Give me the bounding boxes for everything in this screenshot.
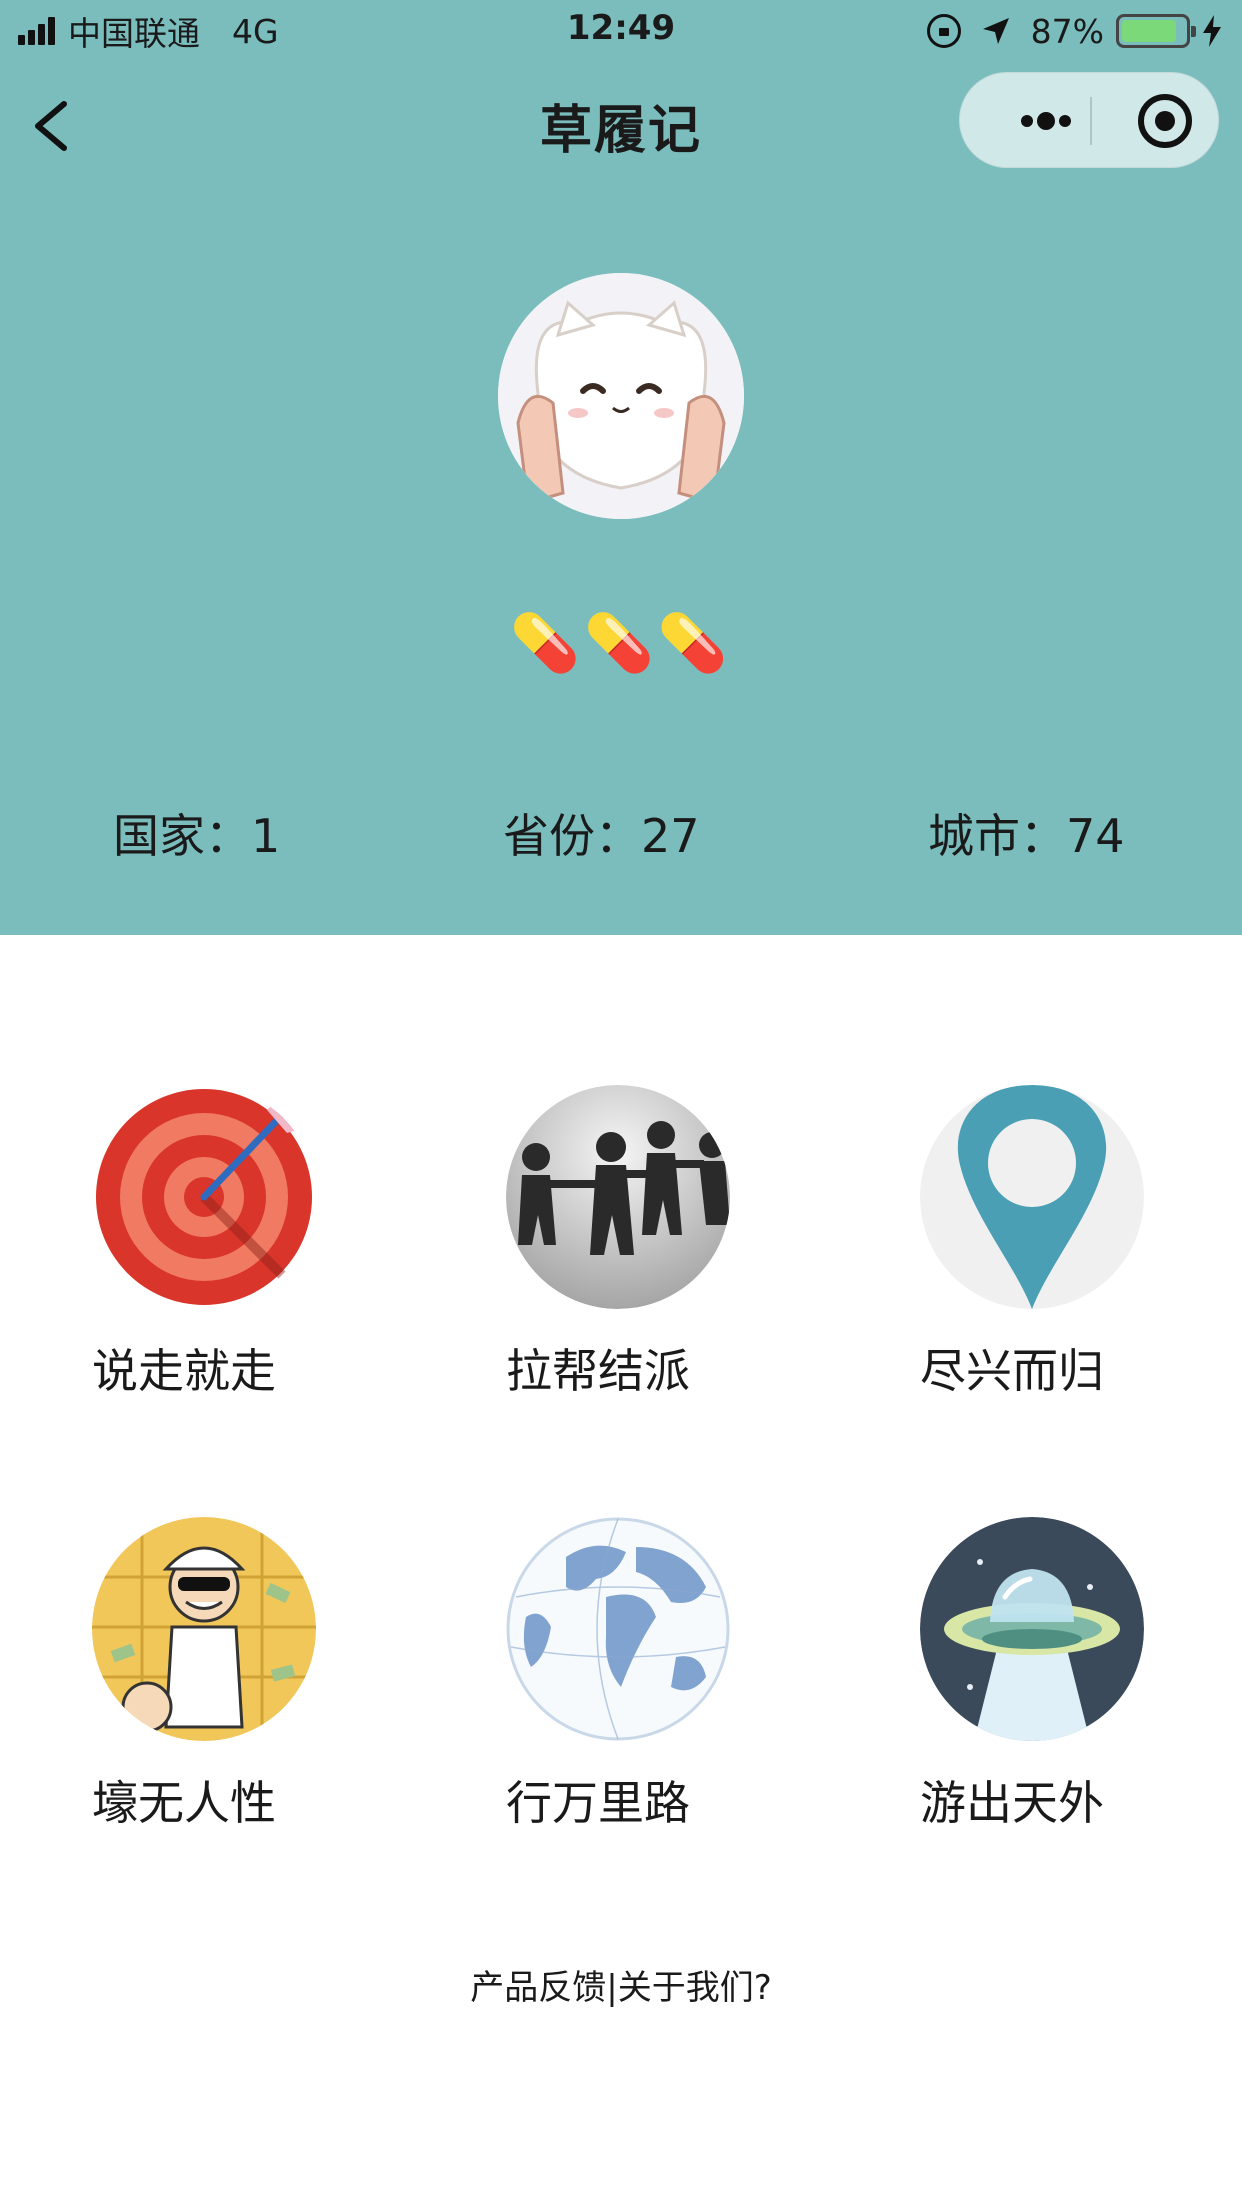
more-dots-icon[interactable] (1000, 73, 1090, 169)
location-arrow-icon (982, 18, 1009, 44)
battery-level (1122, 20, 1176, 42)
tile-label: 游出天外 (920, 1776, 1104, 1830)
tile-label: 拉帮结派 (506, 1344, 690, 1398)
tile-space[interactable]: 游出天外 (920, 1517, 1150, 1830)
map-pin-icon (920, 1085, 1144, 1309)
stat-province: 省份：27 (503, 800, 700, 866)
stat-city: 城市：74 (928, 800, 1125, 866)
tile-label: 说走就走 (92, 1344, 276, 1398)
travel-stats: 国家：1 省份：27 城市：74 (0, 800, 1242, 863)
tile-go-now[interactable]: 说走就走 (92, 1085, 322, 1398)
charging-bolt-icon (1203, 15, 1221, 47)
stat-label: 国家： (113, 809, 251, 863)
tile-rich[interactable]: 壕无人性 (92, 1517, 322, 1830)
tile-label: 壕无人性 (92, 1776, 276, 1830)
tile-label: 行万里路 (506, 1776, 690, 1830)
user-badges: 💊💊💊 (510, 611, 732, 676)
status-bar: 中国联通 4G 12:49 87% (0, 0, 1242, 62)
tile-team-up[interactable]: 拉帮结派 (506, 1085, 736, 1398)
battery-percent: 87% (1030, 11, 1104, 51)
close-target-icon[interactable] (1120, 73, 1210, 169)
mini-program-capsule (959, 72, 1219, 168)
stat-label: 省份： (503, 809, 641, 863)
stat-value: 1 (251, 809, 281, 863)
feedback-about-link[interactable]: 产品反馈|关于我们? (0, 1960, 1242, 2009)
cat-avatar-icon (498, 273, 744, 519)
battery-icon (1116, 14, 1196, 48)
globe-icon (506, 1517, 730, 1741)
tile-label: 尽兴而归 (920, 1344, 1104, 1398)
user-avatar[interactable] (498, 273, 744, 519)
ufo-icon (920, 1517, 1144, 1741)
orientation-lock-icon (926, 14, 961, 48)
capsule-divider (1090, 97, 1092, 145)
tile-return-happy[interactable]: 尽兴而归 (920, 1085, 1150, 1398)
rich-man-icon (92, 1517, 316, 1741)
stat-value: 74 (1066, 809, 1125, 863)
stat-country: 国家：1 (113, 800, 280, 866)
stat-value: 27 (641, 809, 700, 863)
status-right: 87% (926, 8, 1222, 54)
paper-people-icon (506, 1085, 730, 1309)
target-icon (96, 1089, 316, 1305)
tile-travel-far[interactable]: 行万里路 (506, 1517, 736, 1830)
stat-label: 城市： (928, 809, 1066, 863)
